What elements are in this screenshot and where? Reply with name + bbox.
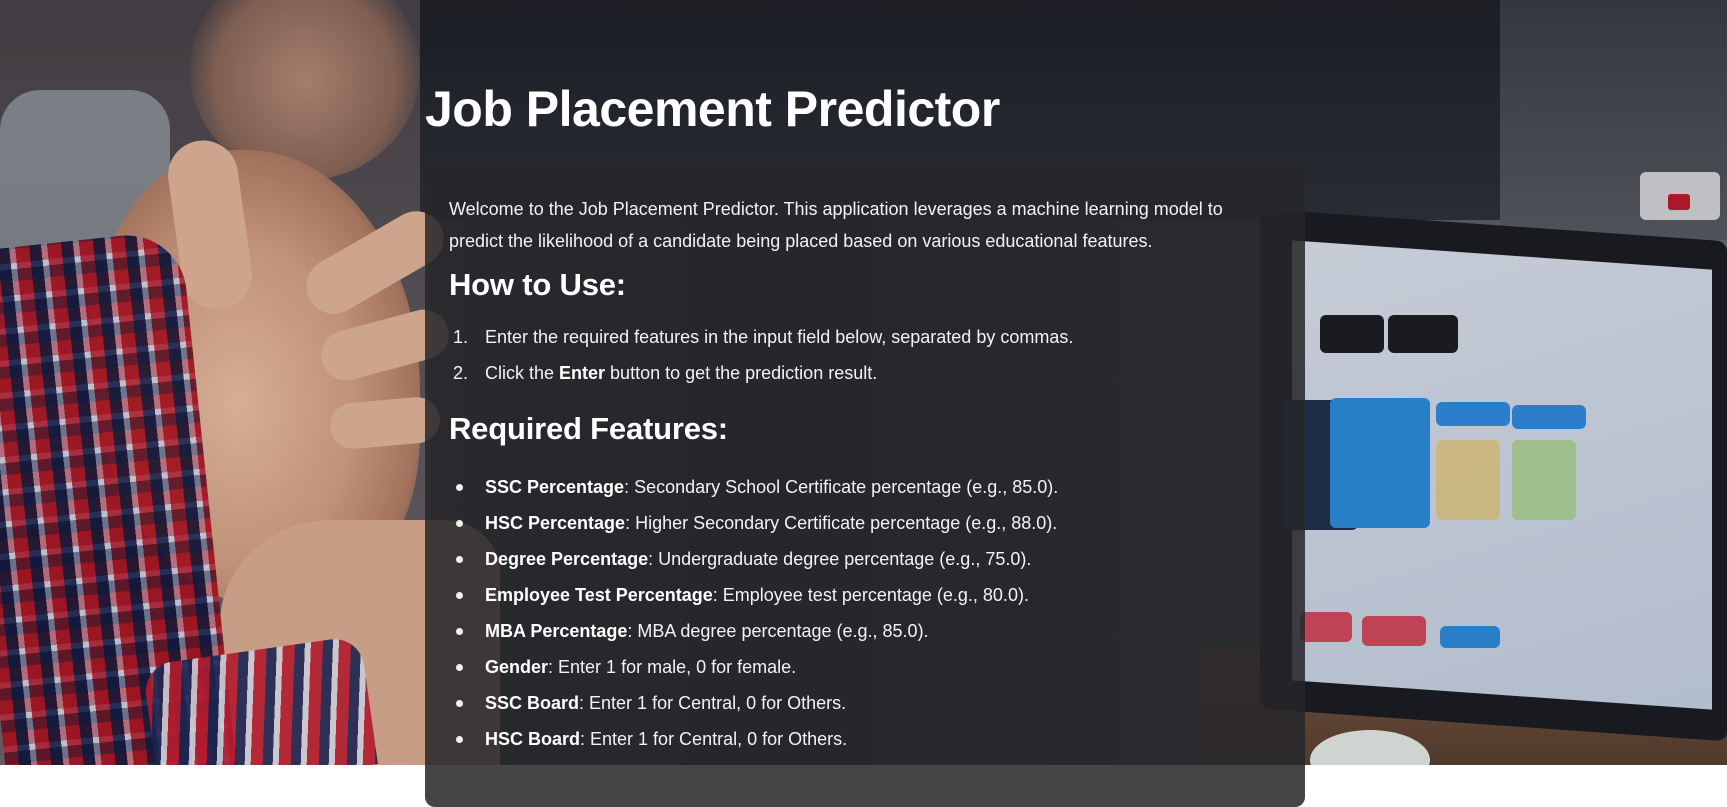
feature-name: Degree Percentage [485,549,649,569]
feature-name: HSC Board [485,729,581,749]
feature-item: SSC Percentage: Secondary School Certifi… [449,475,1281,499]
info-card: Welcome to the Job Placement Predictor. … [425,167,1305,807]
feature-desc: : Undergraduate degree percentage (e.g.,… [648,549,1032,569]
feature-name: HSC Percentage [485,513,626,533]
feature-desc: : MBA degree percentage (e.g., 85.0). [627,621,929,641]
required-features-heading: Required Features: [449,411,728,446]
features-list: SSC Percentage: Secondary School Certifi… [449,475,1281,751]
feature-item: HSC Board: Enter 1 for Central, 0 for Ot… [449,727,1281,751]
feature-desc: : Employee test percentage (e.g., 80.0). [712,585,1029,605]
step-text: Click the [485,363,560,383]
feature-item: Employee Test Percentage: Employee test … [449,583,1281,607]
feature-desc: : Secondary School Certificate percentag… [624,477,1059,497]
feature-name: MBA Percentage [485,621,628,641]
step-item: 2. Click the Enter button to get the pre… [449,361,1281,385]
feature-item: MBA Percentage: MBA degree percentage (e… [449,619,1281,643]
steps-list: 1. Enter the required features in the in… [449,325,1281,385]
how-to-use-heading: How to Use: [449,267,626,302]
feature-item: SSC Board: Enter 1 for Central, 0 for Ot… [449,691,1281,715]
step-text-end: button to get the prediction result. [605,363,878,383]
feature-item: Degree Percentage: Undergraduate degree … [449,547,1281,571]
step-number: 2. [453,363,469,383]
intro-text: Welcome to the Job Placement Predictor. … [449,199,1223,251]
feature-desc: : Enter 1 for male, 0 for female. [548,657,797,677]
page-title: Job Placement Predictor [425,81,1000,137]
feature-name: SSC Percentage [485,477,625,497]
feature-name: SSC Board [485,693,580,713]
step-bold-text: Enter [559,363,606,383]
step-text: Enter the required features in the input… [485,327,1074,347]
feature-name: Gender [485,657,549,677]
feature-item: HSC Percentage: Higher Secondary Certifi… [449,511,1281,535]
step-number: 1. [453,327,469,347]
feature-name: Employee Test Percentage [485,585,713,605]
feature-desc: : Enter 1 for Central, 0 for Others. [579,693,847,713]
step-item: 1. Enter the required features in the in… [449,325,1281,349]
feature-item: Gender: Enter 1 for male, 0 for female. [449,655,1281,679]
feature-desc: : Enter 1 for Central, 0 for Others. [580,729,848,749]
feature-desc: : Higher Secondary Certificate percentag… [625,513,1058,533]
